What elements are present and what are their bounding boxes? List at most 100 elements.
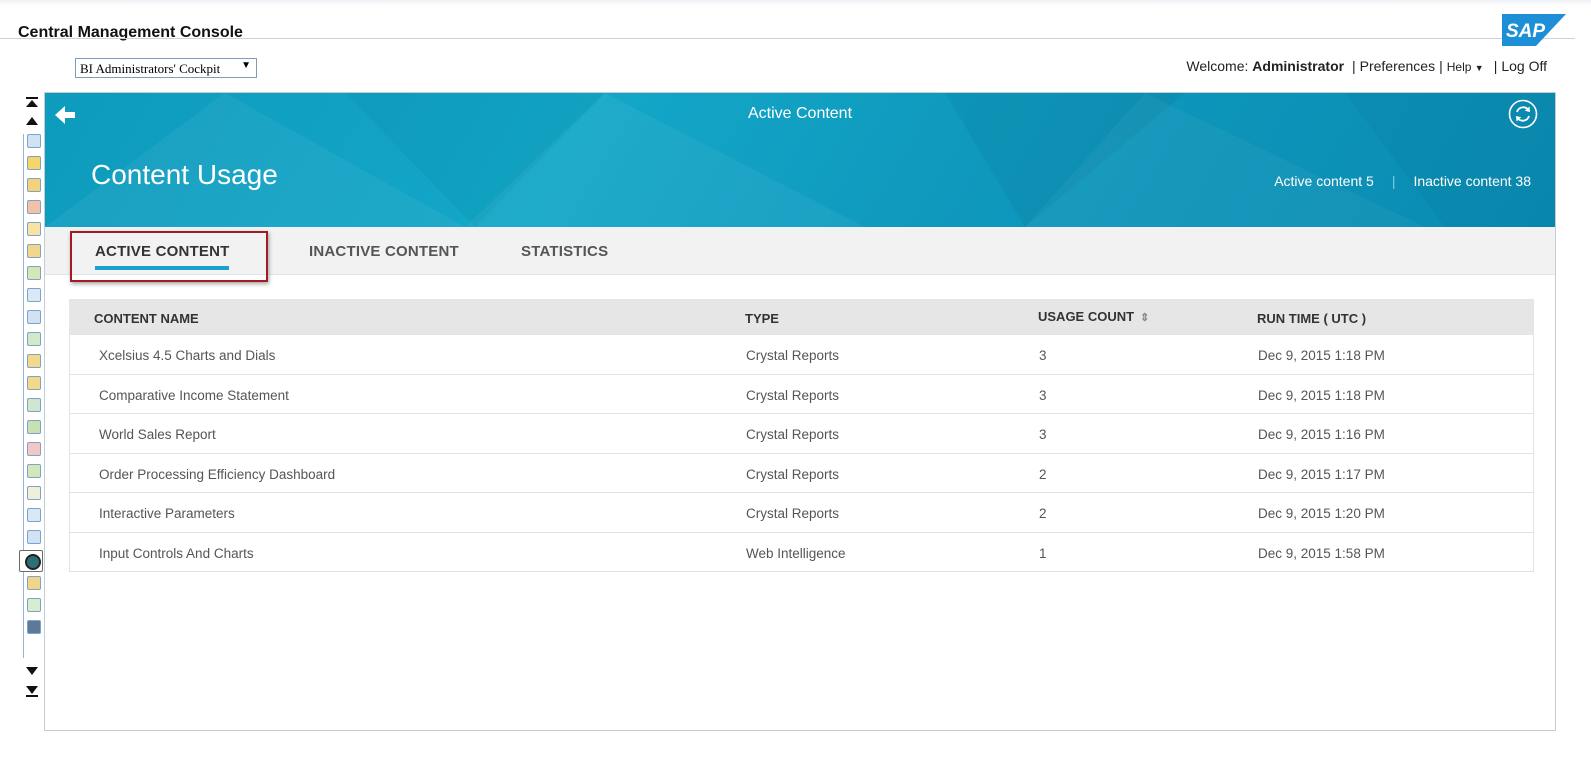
cell-run-time: Dec 9, 2015 1:17 PM (1258, 466, 1385, 482)
column-header-label: USAGE COUNT (1038, 309, 1135, 324)
breadcrumb: Active Content (747, 105, 853, 122)
cell-type: Crystal Reports (746, 506, 840, 521)
rail-item-icon[interactable] (27, 200, 41, 214)
app-selector[interactable]: BI Administrators' Cockpit ▼ (75, 58, 257, 78)
cell-content-name: Order Processing Efficiency Dashboard (99, 466, 336, 482)
cell-run-time: Dec 9, 2015 1:16 PM (1258, 427, 1385, 442)
title-divider (0, 38, 1575, 39)
cell-type: Crystal Reports (746, 427, 840, 442)
rail-item-icon[interactable] (27, 178, 41, 192)
cell-type: Web Intelligence (746, 545, 846, 561)
table-row[interactable]: Xcelsius 4.5 Charts and Dials Crystal Rep… (69, 335, 1534, 375)
active-content-count: Active content 5 (1274, 173, 1374, 189)
rail-item-icon[interactable] (27, 354, 41, 368)
table-row[interactable]: Order Processing Efficiency Dashboard Cry… (69, 453, 1534, 493)
welcome-label: Welcome: (1186, 58, 1249, 74)
inactive-content-count: Inactive content 38 (1413, 173, 1531, 189)
cell-content-name: Input Controls And Charts (99, 545, 254, 561)
column-header-type[interactable]: TYPE (745, 311, 779, 326)
rail-icon-list (19, 134, 43, 658)
preferences-link[interactable]: Preferences (1360, 58, 1435, 74)
app-selector-value: BI Administrators' Cockpit (80, 61, 221, 76)
rail-item-icon[interactable] (27, 244, 41, 258)
tab-active-content[interactable]: ACTIVE CONTENT (95, 243, 230, 270)
active-tab-indicator (95, 266, 230, 270)
content-stats: Active content 5 | Inactive content 38 (1274, 173, 1531, 189)
rail-item-icon[interactable] (27, 376, 41, 390)
tab-label: INACTIVE CONTENT (309, 243, 459, 260)
cell-content-name: Xcelsius 4.5 Charts and Dials (99, 348, 276, 363)
rail-item-icon[interactable] (27, 464, 41, 478)
rail-item-icon[interactable] (27, 508, 41, 522)
table-row[interactable]: Interactive Parameters Crystal Reports 2 De… (69, 493, 1534, 533)
rail-item-icon[interactable] (27, 486, 41, 500)
cell-run-time: Dec 9, 2015 1:58 PM (1258, 545, 1385, 561)
rail-item-icon[interactable] (27, 420, 41, 434)
page-title: Content Usage (91, 159, 278, 190)
cell-run-time: Dec 9, 2015 1:18 PM (1258, 348, 1385, 363)
svg-text:SAP: SAP (1506, 21, 1545, 42)
double-chevron-up-icon[interactable] (25, 96, 39, 110)
rail-item-icon[interactable] (27, 310, 41, 324)
column-header-content-name[interactable]: CONTENT NAME (94, 311, 199, 326)
cell-usage-count: 3 (1039, 427, 1047, 442)
rail-item-icon[interactable] (27, 576, 41, 590)
separator: | (1351, 58, 1356, 74)
cell-usage-count: 1 (1039, 545, 1047, 561)
rail-item-monitoring-icon[interactable] (19, 550, 43, 572)
table-row[interactable]: Input Controls And Charts Web Intelligenc… (69, 532, 1534, 572)
logoff-link[interactable]: Log Off (1501, 58, 1547, 74)
chevron-up-icon[interactable] (25, 114, 39, 128)
stats-divider: | (1391, 173, 1396, 189)
cell-usage-count: 3 (1039, 387, 1047, 403)
tab-inactive-content[interactable]: INACTIVE CONTENT (309, 243, 459, 260)
table-row[interactable]: Comparative Income Statement Crystal Repo… (69, 374, 1534, 414)
cell-type: Crystal Reports (746, 387, 840, 403)
caret-down-icon: ▼ (1474, 63, 1484, 73)
cell-usage-count: 2 (1039, 506, 1047, 521)
tab-statistics[interactable]: STATISTICS (521, 243, 608, 260)
table-row[interactable]: World Sales Report Crystal Reports 3 Dec 9,… (69, 414, 1534, 454)
cell-run-time: Dec 9, 2015 1:18 PM (1258, 387, 1385, 403)
rail-item-icon[interactable] (27, 332, 41, 346)
user-name: Administrator (1252, 58, 1345, 74)
separator: | (1439, 58, 1443, 74)
separator: | (1493, 58, 1498, 74)
help-menu[interactable]: Help ▼ (1447, 60, 1484, 74)
sap-logo: SAP (1502, 14, 1566, 46)
cell-usage-count: 2 (1039, 466, 1047, 482)
cell-type: Crystal Reports (746, 348, 840, 363)
main-frame: Active Content Content Usage Active cont… (44, 92, 1556, 731)
table-body: Xcelsius 4.5 Charts and Dials Crystal Rep… (69, 335, 1534, 572)
header-banner: Active Content Content Usage Active cont… (45, 93, 1555, 227)
rail-item-icon[interactable] (27, 398, 41, 412)
left-icon-rail (19, 96, 44, 706)
rail-item-icon[interactable] (27, 134, 41, 148)
cell-content-name: Interactive Parameters (99, 506, 235, 521)
rail-item-icon[interactable] (27, 288, 41, 302)
rail-item-icon[interactable] (27, 266, 41, 280)
rail-item-icon[interactable] (27, 442, 41, 456)
cell-type: Crystal Reports (746, 466, 840, 482)
table-header: CONTENT NAME TYPE USAGE COUNT ⇕ RUN TIME … (69, 299, 1534, 335)
chevron-down-icon[interactable] (25, 664, 39, 678)
top-strip (0, 0, 1591, 6)
cell-content-name: Comparative Income Statement (99, 387, 289, 403)
column-header-run-time[interactable]: RUN TIME ( UTC ) (1257, 311, 1366, 326)
user-bar: Welcome: Administrator | Preferences | Help… (1186, 58, 1547, 74)
tab-label: ACTIVE CONTENT (95, 243, 230, 260)
rail-item-icon[interactable] (27, 598, 41, 612)
tab-bar: ACTIVE CONTENT INACTIVE CONTENT STATISTI… (45, 227, 1555, 282)
double-chevron-down-icon[interactable] (25, 684, 39, 698)
rail-item-icon[interactable] (27, 530, 41, 544)
rail-item-icon[interactable] (27, 156, 41, 170)
tab-label: STATISTICS (521, 243, 609, 260)
refresh-icon[interactable] (1508, 99, 1538, 129)
help-label: Help (1446, 60, 1472, 74)
rail-item-icon[interactable] (27, 620, 41, 634)
sort-icon[interactable]: ⇕ (1140, 312, 1149, 324)
rail-item-icon[interactable] (27, 222, 41, 236)
cell-usage-count: 3 (1039, 348, 1047, 363)
content-table: CONTENT NAME TYPE USAGE COUNT ⇕ RUN TIME … (69, 299, 1534, 572)
column-header-usage-count[interactable]: USAGE COUNT ⇕ (1038, 309, 1149, 324)
